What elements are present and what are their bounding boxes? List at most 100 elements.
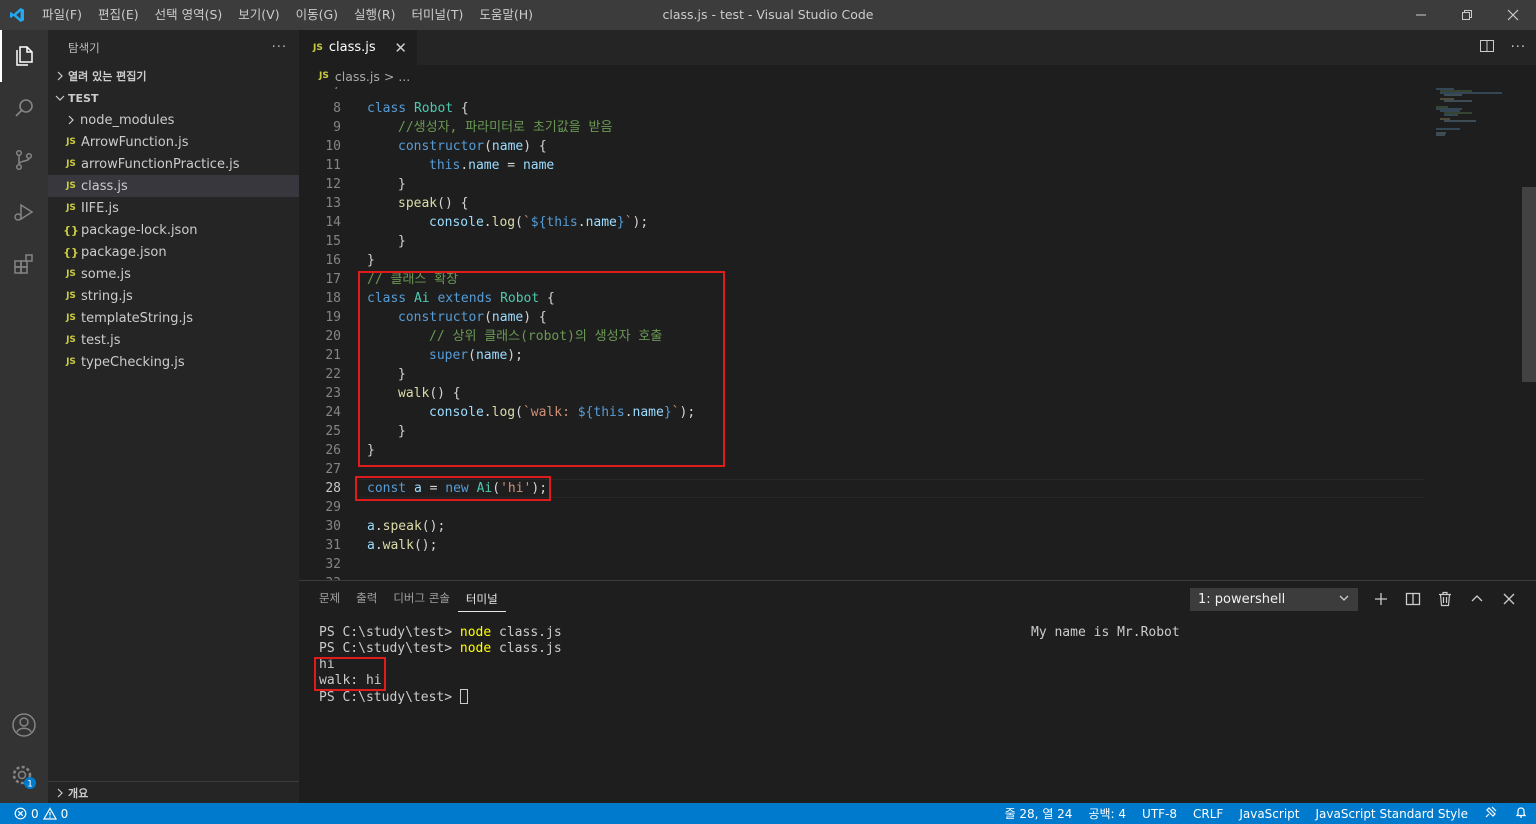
panel-actions: [1371, 587, 1519, 611]
activity-explorer[interactable]: [0, 30, 48, 82]
tree-item-label: test.js: [81, 332, 121, 348]
minimize-button[interactable]: [1398, 0, 1444, 30]
code-editor[interactable]: 7 8class Robot { 9//생성자, 파라미터로 초기값을 받음 1…: [299, 87, 1536, 580]
menu-go[interactable]: 이동(G): [288, 0, 346, 30]
tree-item-label: ArrowFunction.js: [81, 134, 189, 150]
tab-debug-console[interactable]: 디버그 콘솔: [385, 581, 458, 616]
tab-output[interactable]: 출력: [348, 581, 385, 616]
tree-item-file[interactable]: JS ArrowFunction.js: [48, 131, 299, 153]
menu-edit[interactable]: 편집(E): [90, 0, 147, 30]
tab-class-js[interactable]: JS class.js ✕: [299, 30, 417, 65]
menu-run[interactable]: 실행(R): [346, 0, 403, 30]
editor-group: JS class.js ✕ ··· JS class.js > ... 7 8c…: [299, 30, 1536, 580]
files-icon: [16, 46, 33, 66]
activity-source-control[interactable]: [0, 134, 48, 186]
chevron-right-icon: [52, 788, 68, 798]
split-editor-icon[interactable]: [1479, 38, 1495, 58]
cursor-position[interactable]: 줄 28, 열 24: [997, 805, 1081, 822]
end-of-line[interactable]: CRLF: [1185, 807, 1231, 821]
js-file-icon: JS: [66, 357, 76, 367]
chevron-right-icon: [52, 71, 68, 81]
chevron-up-icon: [1471, 595, 1483, 602]
js-file-icon: JS: [66, 159, 76, 169]
gear-icon: 1: [12, 765, 36, 790]
highlight-box-output: [314, 657, 386, 691]
minimap[interactable]: [1432, 87, 1522, 147]
tree-item-file[interactable]: JS templateString.js: [48, 307, 299, 329]
kill-terminal-button[interactable]: [1435, 587, 1455, 611]
minimize-icon: [1416, 14, 1426, 16]
json-file-icon: {}: [63, 223, 79, 237]
explorer-title: 탐색기: [68, 40, 100, 55]
chevron-down-icon: [1338, 592, 1350, 608]
menu-terminal[interactable]: 터미널(T): [404, 0, 472, 30]
editor-scrollbar[interactable]: [1522, 187, 1536, 382]
more-actions-icon[interactable]: ···: [272, 40, 287, 55]
editor-tab-bar: JS class.js ✕ ···: [299, 30, 1536, 65]
tree-item-file[interactable]: JS some.js: [48, 263, 299, 285]
bottom-panel: 문제 출력 디버그 콘솔 터미널 1: powershell PS C:\stu…: [299, 580, 1536, 803]
folder-section-test[interactable]: TEST: [48, 87, 299, 109]
tree-item-file[interactable]: JS string.js: [48, 285, 299, 307]
linter-status[interactable]: JavaScript Standard Style: [1307, 807, 1476, 821]
split-icon: [1405, 592, 1421, 606]
menu-view[interactable]: 보기(V): [230, 0, 287, 30]
tree-item-file[interactable]: JS test.js: [48, 329, 299, 351]
activity-extensions[interactable]: [0, 238, 48, 290]
tree-item-file[interactable]: JS IIFE.js: [48, 197, 299, 219]
breadcrumb-symbol[interactable]: ...: [398, 69, 410, 84]
tab-label: class.js: [328, 40, 376, 55]
close-panel-button[interactable]: [1499, 587, 1519, 611]
tree-item-label: package-lock.json: [81, 222, 198, 238]
tree-item-label: some.js: [81, 266, 131, 282]
outline-label: 개요: [68, 786, 89, 800]
indentation[interactable]: 공백: 4: [1080, 805, 1134, 822]
menu-file[interactable]: 파일(F): [34, 0, 90, 30]
activity-run-debug[interactable]: [0, 186, 48, 238]
tree-item-file[interactable]: {} package-lock.json: [48, 219, 299, 241]
menu-help[interactable]: 도움말(H): [471, 0, 541, 30]
breadcrumb-file[interactable]: class.js: [335, 69, 380, 84]
close-window-button[interactable]: [1490, 0, 1536, 30]
menu-selection[interactable]: 선택 영역(S): [147, 0, 231, 30]
tab-close-icon[interactable]: ✕: [394, 39, 407, 57]
split-terminal-button[interactable]: [1403, 587, 1423, 611]
terminal-select[interactable]: 1: powershell: [1190, 588, 1358, 611]
tree-item-file-selected[interactable]: JS class.js: [48, 175, 299, 197]
open-editors-label: 열려 있는 편집기: [68, 70, 147, 83]
tree-item-label: typeChecking.js: [81, 354, 185, 370]
activity-search[interactable]: [0, 82, 48, 134]
plus-icon: [1375, 593, 1387, 605]
menu-bar: 파일(F) 편집(E) 선택 영역(S) 보기(V) 이동(G) 실행(R) 터…: [34, 0, 541, 30]
vscode-logo-icon: [0, 0, 34, 30]
tree-item-file[interactable]: JS arrowFunctionPractice.js: [48, 153, 299, 175]
encoding[interactable]: UTF-8: [1134, 807, 1185, 821]
tab-terminal[interactable]: 터미널: [457, 586, 506, 612]
outline-section[interactable]: 개요: [48, 781, 299, 803]
new-terminal-button[interactable]: [1371, 587, 1391, 611]
terminal-line: PS C:\study\test> node class.js: [319, 625, 562, 640]
more-actions-icon[interactable]: ···: [1511, 40, 1526, 55]
notifications-bell-icon[interactable]: [1506, 805, 1536, 822]
tree-item-file[interactable]: {} package.json: [48, 241, 299, 263]
language-mode[interactable]: JavaScript: [1231, 807, 1307, 821]
feedback-icon[interactable]: [1476, 805, 1506, 822]
tree-item-label: arrowFunctionPractice.js: [81, 156, 240, 172]
tree-item-node-modules[interactable]: node_modules: [48, 109, 299, 131]
maximize-panel-button[interactable]: [1467, 587, 1487, 611]
status-bar: 0 0 줄 28, 열 24 공백: 4 UTF-8 CRLF JavaScri…: [0, 803, 1536, 824]
tree-item-label: class.js: [81, 178, 128, 194]
tree-item-label: IIFE.js: [81, 200, 119, 216]
editor-actions: ···: [1479, 30, 1526, 65]
search-icon: [15, 99, 33, 117]
problems-status[interactable]: 0 0: [0, 807, 68, 821]
activity-manage[interactable]: 1: [0, 751, 48, 803]
restore-button[interactable]: [1444, 0, 1490, 30]
tree-item-label: node_modules: [80, 112, 175, 128]
tree-item-file[interactable]: JS typeChecking.js: [48, 351, 299, 373]
js-file-icon: JS: [66, 335, 76, 345]
tab-problems[interactable]: 문제: [311, 581, 348, 616]
open-editors-section[interactable]: 열려 있는 편집기: [48, 65, 299, 87]
activity-accounts[interactable]: [0, 699, 48, 751]
highlight-box-instance: [355, 476, 551, 501]
